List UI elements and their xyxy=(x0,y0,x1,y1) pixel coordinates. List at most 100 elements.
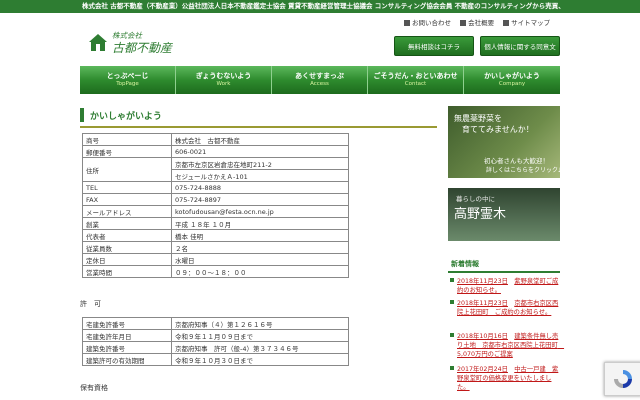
row-value: 京都市左京区岩倉忠在地町211-2 xyxy=(171,157,349,170)
table-row: FAX 075-724-8897 xyxy=(82,193,349,206)
row-key: 商号 xyxy=(82,133,172,146)
license-heading: 許 可 xyxy=(80,300,101,308)
privacy-button[interactable]: 個人情報に関する同意文 xyxy=(480,36,560,56)
row-value: 平成 １８年 １０月 xyxy=(171,217,349,230)
mail-icon xyxy=(404,20,410,26)
news-item[interactable]: 2018年11月23日 京都市右京区西院上花田町 ご成約のお知らせ。 xyxy=(448,299,560,317)
row-value: 水曜日 xyxy=(171,253,349,266)
sitemap-link[interactable]: サイトマップ xyxy=(503,19,550,27)
row-value: 令和９年１０月３０日まで xyxy=(171,353,349,366)
news-date: 2017年02月24日 xyxy=(457,366,508,373)
nav-contact[interactable]: ごそうだん・おといあわせ Contact xyxy=(368,66,464,94)
nav-top[interactable]: とっぷぺーじ TopPage xyxy=(80,66,176,94)
row-value: 606-0021 xyxy=(171,145,349,158)
table-row: 宅建免許番号 京都府知事（４）第１２６１６号 xyxy=(82,317,349,330)
main-nav: とっぷぺーじ TopPage ぎょうむないよう Work あくせすまっぷ Acc… xyxy=(80,66,560,94)
table-row: 営業時間 ０９：００〜１８：００ xyxy=(82,265,349,278)
nav-access-sub: Access xyxy=(310,81,329,87)
news-item[interactable]: 2017年02月24日 中古一戸建 紫野泉堂町の価格変更をいたしました。 xyxy=(448,365,560,392)
building-icon xyxy=(460,20,467,26)
table-row: TEL 075-724-8888 xyxy=(82,181,349,194)
license-table: 宅建免許番号 京都府知事（４）第１２６１６号 宅建免許年月日 令和９年１１月０９日ま… xyxy=(82,317,349,366)
free-consult-label: 無料相談はコチラ xyxy=(408,43,460,51)
nav-work-sub: Work xyxy=(216,81,231,87)
top-info-text: 株式会社 古都不動産（不動産業）公益社団法人日本不動産鑑定士協会 賃貸不動産経営… xyxy=(82,2,562,10)
banner2-line2: 高野霊木 xyxy=(454,207,507,222)
row-key: 郵便番号 xyxy=(82,145,172,158)
row-value: セジュールさかえＡ-101 xyxy=(171,169,349,182)
row-key: 代表者 xyxy=(82,229,172,242)
nav-access[interactable]: あくせすまっぷ Access xyxy=(272,66,368,94)
banner1-line3: 初心者さんも大歓迎！ xyxy=(484,157,549,165)
row-key: 宅建免許年月日 xyxy=(82,329,172,342)
nav-top-sub: TopPage xyxy=(116,81,139,87)
news-date: 2018年11月23日 xyxy=(457,278,508,285)
company-link[interactable]: 会社概要 xyxy=(460,19,494,27)
nav-work[interactable]: ぎょうむないよう Work xyxy=(176,66,272,94)
row-key: メールアドレス xyxy=(82,205,172,218)
row-value: 橋本 佳明 xyxy=(171,229,349,242)
banner1-line4: 詳しくはこちらをクリック♪ xyxy=(486,167,562,174)
recaptcha-badge[interactable] xyxy=(604,362,640,396)
row-key: 創業 xyxy=(82,217,172,230)
email-value[interactable]: kotofudousan@festa.ocn.ne.jp xyxy=(171,205,349,218)
contact-link[interactable]: お問い合わせ xyxy=(404,19,451,27)
organic-vegetable-banner[interactable]: 無農薬野菜を 育ててみませんか！ 初心者さんも大歓迎！ 詳しくはこちらをクリック… xyxy=(448,106,562,178)
table-row: 建築免許番号 京都府知事 許可（般-4）第３７３４６号 xyxy=(82,341,349,354)
top-info-bar: 株式会社 古都不動産（不動産業）公益社団法人日本不動産鑑定士協会 賃貸不動産経営… xyxy=(0,0,640,13)
company-table: 商号 株式会社 古都不動産 郵便番号 606-0021 住所 京都市左京区岩倉忠在地町… xyxy=(82,133,349,278)
row-value: 075-724-8888 xyxy=(171,181,349,194)
news-date: 2018年10月16日 xyxy=(457,333,508,340)
row-key: FAX xyxy=(82,193,172,206)
house-logo-icon xyxy=(89,34,107,51)
row-key: 建築免許番号 xyxy=(82,341,172,354)
nav-access-label: あくせすまっぷ xyxy=(295,72,344,80)
privacy-label: 個人情報に関する同意文 xyxy=(484,43,556,51)
banner2-line1: 暮らしの中に xyxy=(456,195,495,203)
table-row: 建築許可の有効期間 令和９年１０月３０日まで xyxy=(82,353,349,366)
bullet-icon xyxy=(450,300,454,304)
news-item[interactable]: 2018年11月23日 紫野泉堂町ご成約のお知らせ。 xyxy=(448,277,560,295)
table-row: 創業 平成 １８年 １０月 xyxy=(82,217,349,230)
recaptcha-icon xyxy=(614,370,632,388)
table-row: 商号 株式会社 古都不動産 xyxy=(82,133,349,146)
table-row: 従業員数 ２名 xyxy=(82,241,349,254)
row-value: 令和９年１１月０９日まで xyxy=(171,329,349,342)
row-value: 075-724-8897 xyxy=(171,193,349,206)
top-links: お問い合わせ 会社概要 サイトマップ xyxy=(404,17,557,27)
sitemap-icon xyxy=(503,20,510,26)
logo-company-name: 古都不動産 xyxy=(112,41,173,55)
page-title-bar: かいしゃがいよう xyxy=(80,106,437,128)
row-key: 定休日 xyxy=(82,253,172,266)
table-row: メールアドレス kotofudousan@festa.ocn.ne.jp xyxy=(82,205,349,218)
banner1-line2: 育ててみませんか！ xyxy=(462,125,534,134)
qualifications-heading: 保有資格 xyxy=(80,384,108,392)
nav-company[interactable]: かいしゃがいよう Company xyxy=(464,66,560,94)
page-title: かいしゃがいよう xyxy=(90,112,162,122)
row-value: ０９：００〜１８：００ xyxy=(171,265,349,278)
row-value: ２名 xyxy=(171,241,349,254)
nav-top-label: とっぷぺーじ xyxy=(106,72,149,80)
table-row: 住所 京都市左京区岩倉忠在地町211-2 xyxy=(82,157,349,182)
table-row: 宅建免許年月日 令和９年１１月０９日まで xyxy=(82,329,349,342)
row-value: 京都府知事 許可（般-4）第３７３４６号 xyxy=(171,341,349,354)
news-item[interactable]: 2018年10月16日 建築条件無し売り土地 京都市右京区西院上花田町 5,07… xyxy=(448,332,564,359)
row-key: TEL xyxy=(82,181,172,194)
row-key: 従業員数 xyxy=(82,241,172,254)
table-row: 定休日 水曜日 xyxy=(82,253,349,266)
nav-work-label: ぎょうむないよう xyxy=(195,72,252,80)
row-key: 宅建免許番号 xyxy=(82,317,172,330)
free-consult-button[interactable]: 無料相談はコチラ xyxy=(394,36,474,56)
news-date: 2018年11月23日 xyxy=(457,300,508,307)
row-key: 建築許可の有効期間 xyxy=(82,353,172,366)
row-key: 営業時間 xyxy=(82,265,172,278)
nav-contact-label: ごそうだん・おといあわせ xyxy=(373,72,458,80)
news-heading: 新着情報 xyxy=(448,255,560,273)
row-value: 株式会社 古都不動産 xyxy=(171,133,349,146)
table-row: 郵便番号 606-0021 xyxy=(82,145,349,158)
nav-company-sub: Company xyxy=(498,81,526,87)
bullet-icon xyxy=(450,333,454,337)
bullet-icon xyxy=(450,366,454,370)
koya-wood-banner[interactable]: 暮らしの中に 高野霊木 xyxy=(448,188,560,241)
nav-contact-sub: Contact xyxy=(404,81,427,87)
